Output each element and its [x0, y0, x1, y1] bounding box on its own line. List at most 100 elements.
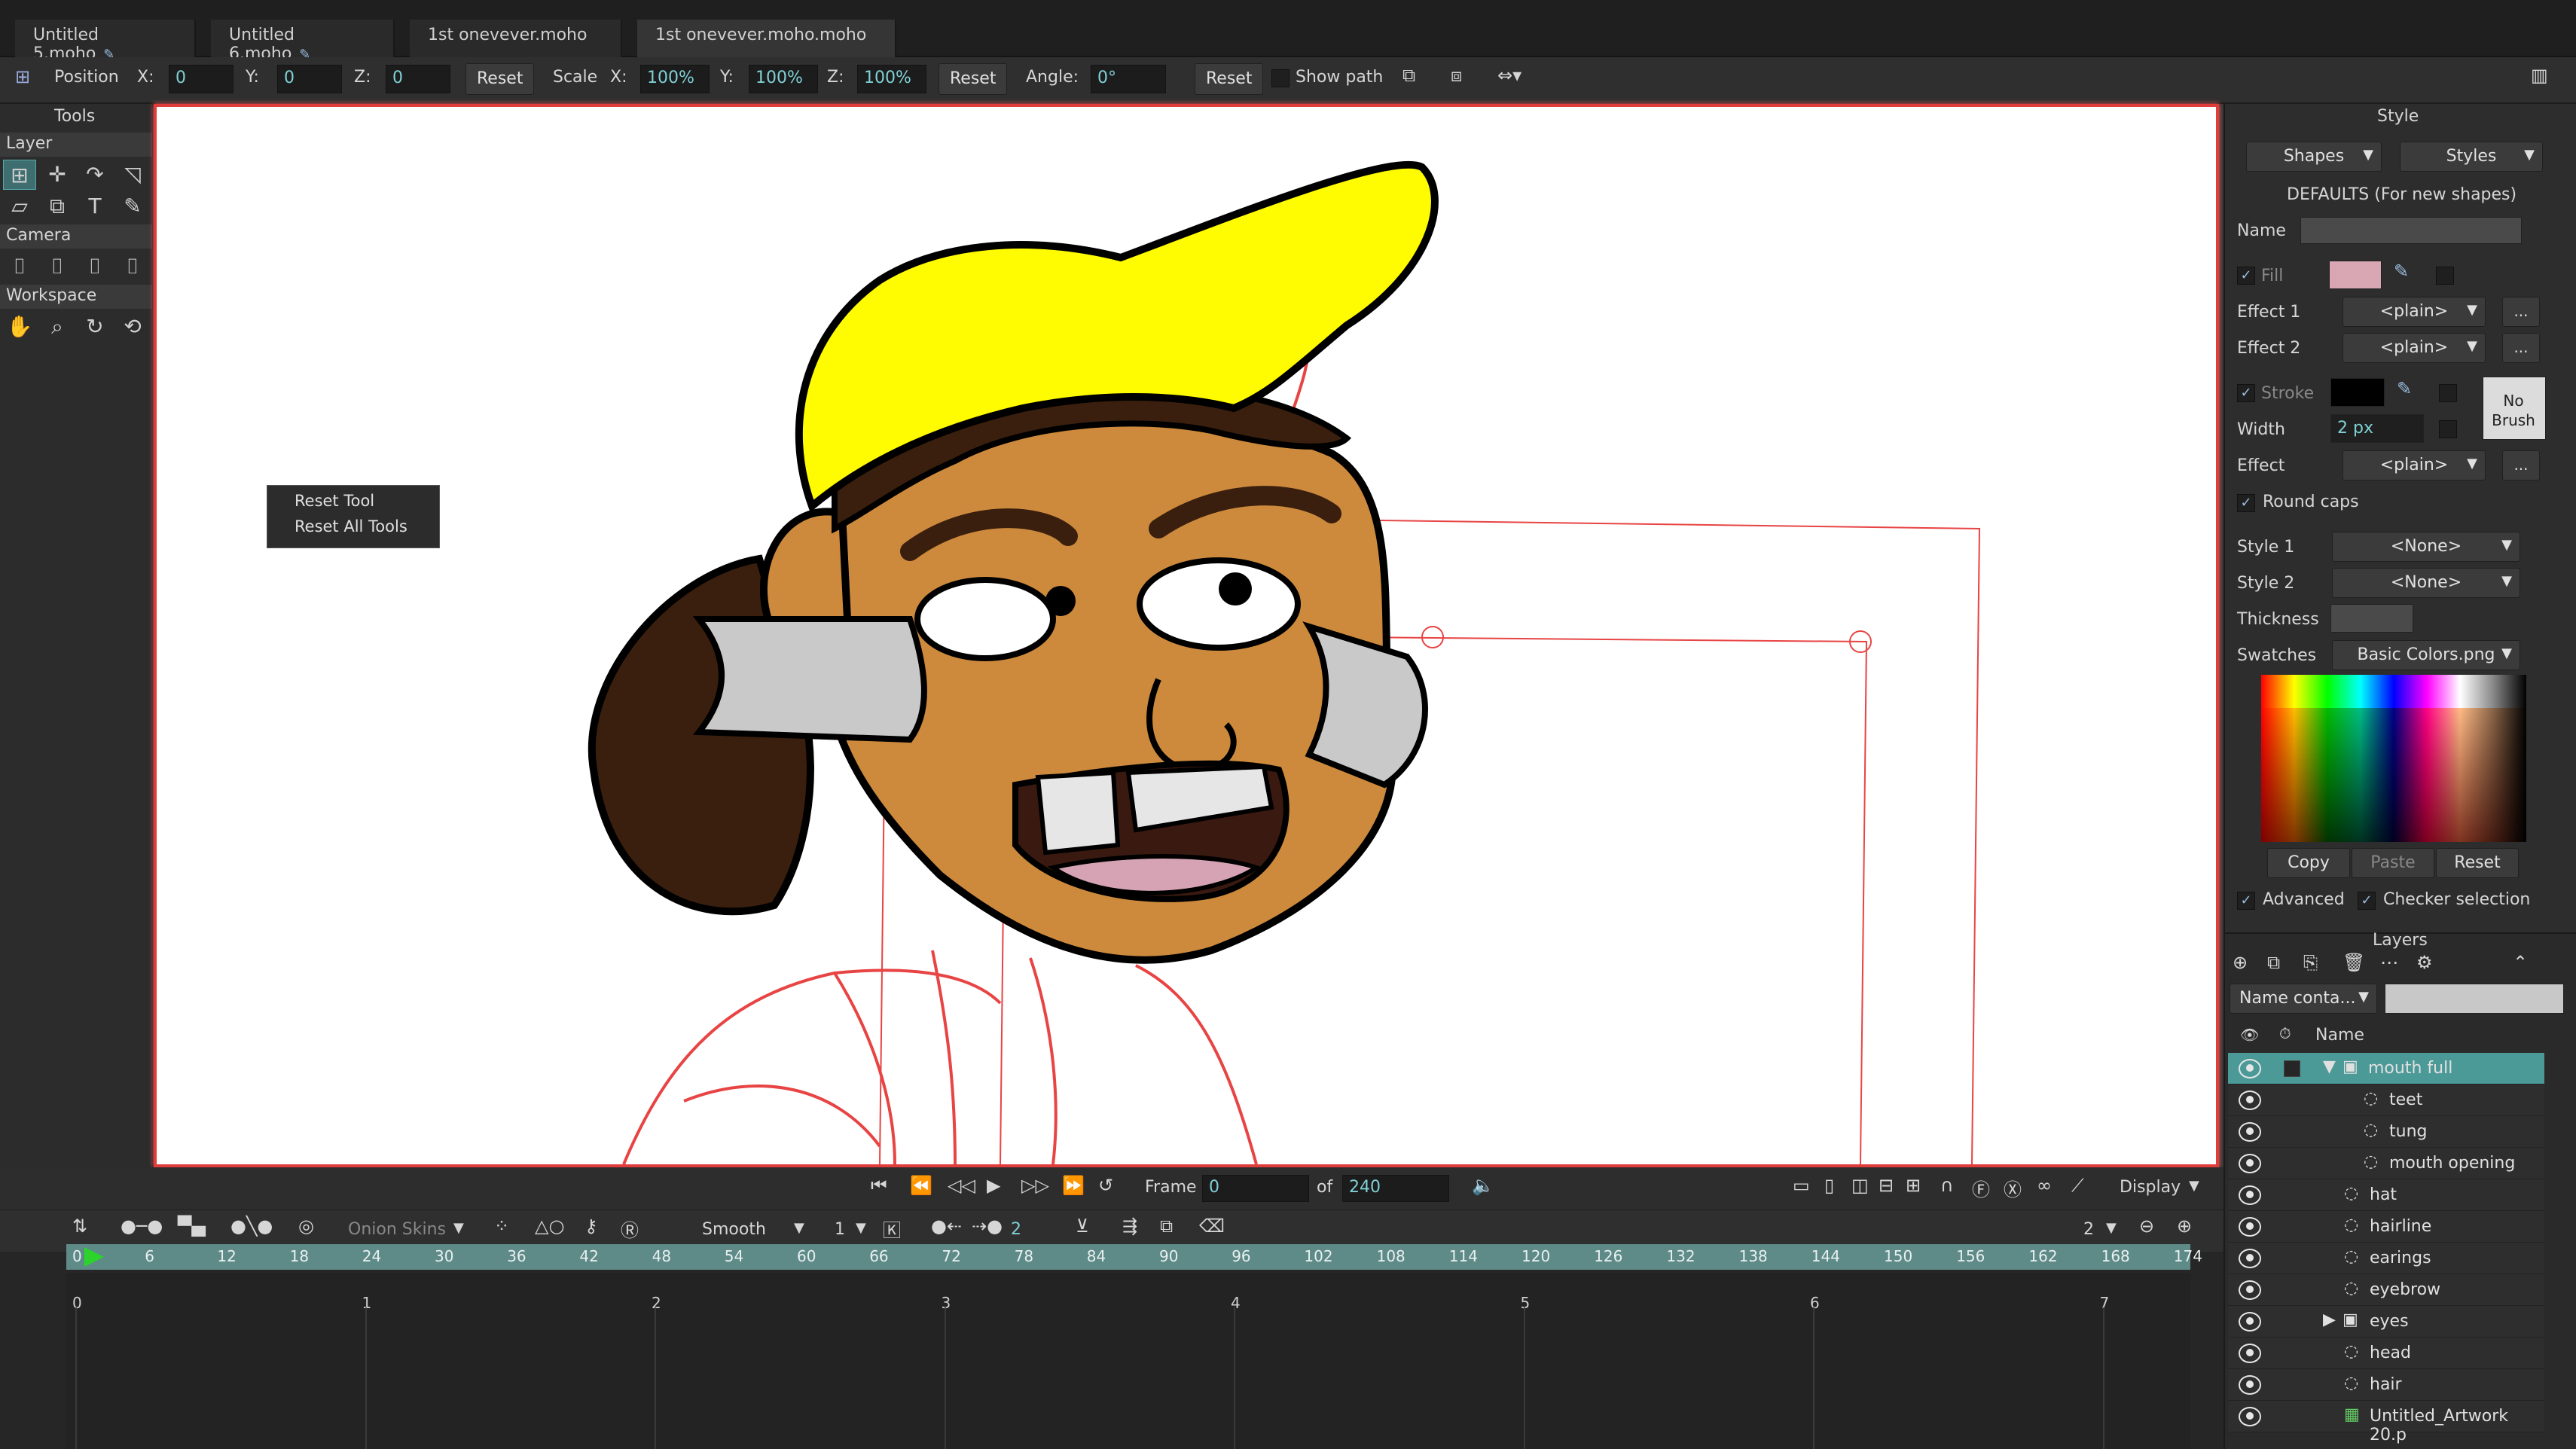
layer-row-mouth-opening[interactable]: ◌ mouth opening [2228, 1148, 2544, 1179]
layer-settings-icon[interactable]: ⚙ [2416, 952, 2433, 973]
fill-checkbox[interactable]: ✓ [2237, 267, 2255, 285]
tab-1st-onevever-moho[interactable]: 1st onevever.moho.moho [637, 20, 896, 57]
advanced-checkbox[interactable]: ✓ [2237, 892, 2255, 910]
next-frame-icon[interactable]: ▷▷ [1021, 1175, 1049, 1196]
angle-input[interactable]: 0° [1091, 65, 1166, 93]
frame-ruler[interactable] [66, 1244, 2190, 1270]
reset-tool-menu-item[interactable]: Reset Tool [295, 492, 374, 510]
camera-roll-icon[interactable]: ⌷ [78, 252, 111, 282]
tab-untitled-6[interactable]: Untitled 6.moho ✎ [211, 20, 395, 63]
visibility-eye-icon[interactable] [2239, 1280, 2261, 1300]
scale-reset-button[interactable]: Reset [939, 63, 1008, 95]
styles-dropdown[interactable]: Styles ▼ [2400, 142, 2543, 172]
visibility-eye-icon[interactable] [2239, 1312, 2261, 1332]
layer-row-hair[interactable]: ◌ hair [2228, 1369, 2544, 1401]
visibility-eye-icon[interactable] [2239, 1185, 2261, 1205]
layer-select-box[interactable] [2284, 1060, 2300, 1077]
frame-input[interactable]: 0 [1202, 1175, 1309, 1202]
fill-color-swatch[interactable] [2329, 261, 2382, 289]
copy-layer-icon[interactable]: ⎘ [2303, 952, 2318, 973]
shapes-icon[interactable]: △○ [535, 1216, 564, 1237]
reset-all-tools-menu-item[interactable]: Reset All Tools [295, 517, 407, 535]
swatches-dropdown[interactable]: Basic Colors.png ▼ [2332, 640, 2520, 670]
layer-row-teet[interactable]: ◌ teet [2228, 1084, 2544, 1116]
show-path-checkbox[interactable] [1271, 69, 1290, 87]
translate-tool-icon[interactable]: ✛ [41, 160, 74, 190]
effect2-more-button[interactable]: ... [2502, 333, 2540, 363]
scale-x-input[interactable]: 100% [640, 65, 710, 93]
sort-channels-icon[interactable]: ⇅ [72, 1216, 87, 1237]
key-motion-icon[interactable]: ⚷ [584, 1216, 598, 1237]
style2-dropdown[interactable]: <None> ▼ [2332, 568, 2520, 598]
previous-keyframe-icon[interactable]: ⏪ [910, 1175, 932, 1196]
add-key-icon[interactable]: ⊻ [1076, 1216, 1089, 1237]
camera-track-icon[interactable]: ⌷ [3, 252, 36, 282]
fill-extra-checkbox[interactable] [2436, 267, 2454, 285]
position-reset-button[interactable]: Reset [465, 63, 535, 95]
reset-style-button[interactable]: Reset [2436, 848, 2519, 878]
stroke-checkbox[interactable]: ✓ [2237, 384, 2255, 402]
zoom-tool-icon[interactable]: ⌕ [41, 312, 74, 342]
stroke-extra-checkbox[interactable] [2439, 384, 2457, 402]
visibility-eye-icon[interactable] [2239, 1344, 2261, 1363]
visibility-eye-icon[interactable] [2239, 1154, 2261, 1173]
shapes-dropdown[interactable]: Shapes ▼ [2246, 142, 2382, 172]
grid-dots-icon[interactable]: ⁘ [494, 1216, 509, 1237]
flip-horizontal-icon[interactable]: ⧉ [1402, 65, 1415, 86]
copy-style-button[interactable]: Copy [2267, 848, 2350, 878]
view-split-vertical-icon[interactable]: ◫ [1851, 1175, 1869, 1196]
play-icon[interactable]: ▶ [987, 1175, 1000, 1196]
style-name-input[interactable] [2300, 217, 2522, 244]
visibility-eye-icon[interactable] [2239, 1407, 2261, 1426]
rotate-tool-icon[interactable]: ↷ [78, 160, 111, 190]
onion-skins-dropdown[interactable]: Onion Skins [348, 1220, 446, 1239]
previous-frame-icon[interactable]: ◁◁ [948, 1175, 975, 1196]
distribute-icon[interactable]: ⇶ [1122, 1216, 1137, 1237]
layer-row-hairline[interactable]: ◌ hairline [2228, 1211, 2544, 1243]
camera-zoom-icon[interactable]: ⌷ [41, 252, 74, 282]
curve-display-icon[interactable]: ∩ [1940, 1175, 1954, 1196]
position-x-input[interactable]: 0 [169, 65, 233, 93]
expand-arrow-icon[interactable]: ▼ [2323, 1057, 2336, 1076]
thickness-input[interactable] [2330, 604, 2413, 633]
transform-layer-tool-icon[interactable]: ⊞ [3, 160, 36, 190]
display-dropdown[interactable]: Display [2120, 1178, 2181, 1197]
stroke-eyedropper-icon[interactable]: ✎ [2397, 378, 2412, 399]
scale-y-input[interactable]: 100% [749, 65, 818, 93]
audio-speaker-icon[interactable]: 🔈 [1472, 1175, 1494, 1196]
effect2-dropdown[interactable]: <plain> ▼ [2343, 333, 2486, 363]
panel-toggle-icon[interactable]: ▥ [2531, 65, 2548, 86]
zoom-in-icon[interactable]: ⊕ [2177, 1216, 2192, 1237]
layer-more-icon[interactable]: ⋯ [2380, 952, 2398, 973]
position-z-input[interactable]: 0 [386, 65, 450, 93]
view-single-icon[interactable]: ▯ [1824, 1175, 1834, 1196]
duplicate-layer-icon[interactable]: ⧉ [2267, 952, 2280, 973]
curve-path-icon[interactable]: ●╲● [230, 1216, 273, 1237]
visibility-eye-icon[interactable] [2239, 1059, 2261, 1078]
hand-pan-icon[interactable]: ✋ [3, 312, 36, 342]
drawing-canvas[interactable] [154, 104, 2219, 1167]
new-layer-icon[interactable]: ⊕ [2233, 952, 2248, 973]
rotate-workspace-icon[interactable]: ↻ [78, 312, 111, 342]
effect1-more-button[interactable]: ... [2502, 297, 2540, 327]
fill-eyedropper-icon[interactable]: ✎ [2394, 261, 2409, 282]
fx-display-icon[interactable]: Ⓕ [1972, 1175, 1990, 1201]
expand-arrow-icon[interactable]: ▶ [2323, 1310, 2336, 1329]
loop-icon[interactable]: ↺ [1098, 1175, 1113, 1196]
layer-row-mouth-full[interactable]: ▼ ▣ mouth full [2228, 1053, 2544, 1084]
visibility-eye-icon[interactable] [2239, 1249, 2261, 1268]
stroke-effect-dropdown[interactable]: <plain> ▼ [2343, 450, 2486, 480]
bone-mode-icon[interactable]: ⇔▾ [1497, 65, 1521, 86]
visibility-eye-icon[interactable] [2239, 1375, 2261, 1395]
layer-row-head[interactable]: ◌ head [2228, 1338, 2544, 1369]
fx-box-icon[interactable]: Ⓧ [2004, 1175, 2022, 1201]
layer-row-eyes[interactable]: ▶ ▣ eyes [2228, 1306, 2544, 1338]
view-quad-icon[interactable]: ⊞ [1906, 1175, 1921, 1196]
record-icon[interactable]: Ⓡ [621, 1216, 639, 1242]
layer-row-untitled-artwork[interactable]: ▦ Untitled_Artwork 20.p [2228, 1401, 2544, 1444]
view-frame-icon[interactable]: ▭ [1793, 1175, 1810, 1196]
layer-bars-icon[interactable]: ▀▄ [178, 1216, 206, 1237]
rewind-start-icon[interactable]: ⏮ [871, 1175, 887, 1196]
effect1-dropdown[interactable]: <plain> ▼ [2343, 297, 2486, 327]
swatch-palette[interactable] [2261, 675, 2526, 842]
